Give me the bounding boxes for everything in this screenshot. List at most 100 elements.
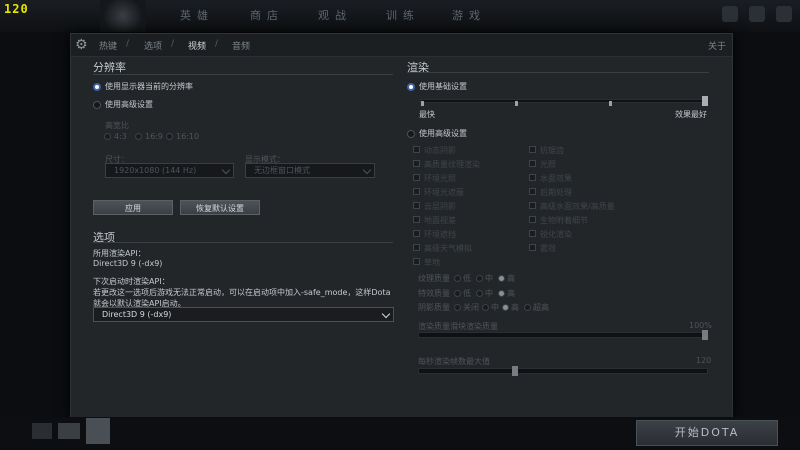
monitor-resolution-radio[interactable] [93, 83, 101, 91]
render-quality-slider[interactable] [418, 332, 708, 338]
aspect-16-9-radio[interactable] [135, 133, 142, 140]
render-option-left-row[interactable]: 云层阴影 [413, 201, 523, 211]
resolution-size-select[interactable]: 1920x1080 (144 Hz) [105, 163, 234, 178]
render-option-right-row[interactable]: 后期处理 [529, 187, 639, 197]
effects-low-radio[interactable] [454, 290, 461, 297]
quality-tick [421, 101, 424, 106]
nav-learn[interactable]: 训练 [386, 7, 420, 23]
render-option-left-row[interactable]: 草地 [413, 257, 523, 267]
checkbox[interactable] [413, 146, 420, 153]
advanced-render-radio[interactable] [407, 130, 415, 138]
render-option-left-row[interactable]: 地面视差 [413, 215, 523, 225]
render-option-right-row[interactable]: 光照 [529, 159, 639, 169]
render-option-right-row[interactable]: 抗锯齿 [529, 145, 639, 155]
advanced-resolution-radio[interactable] [93, 101, 101, 109]
advanced-resolution-label: 使用高级设置 [105, 100, 153, 109]
shadow-high-radio[interactable] [502, 304, 509, 311]
render-option-right-row[interactable]: 锐化渲染 [529, 229, 639, 239]
shadow-mid-label: 中 [491, 303, 499, 312]
shadow-mid-radio[interactable] [482, 304, 489, 311]
tab-video[interactable]: 视频 [188, 39, 206, 52]
play-dota-button[interactable]: 开始DOTA [636, 420, 778, 446]
quality-slider-track[interactable] [420, 99, 708, 103]
party-icon[interactable] [32, 423, 52, 439]
checkbox[interactable] [529, 202, 536, 209]
checkbox[interactable] [413, 216, 420, 223]
checkbox[interactable] [529, 230, 536, 237]
render-option-left-row[interactable]: 环境光照 [413, 173, 523, 183]
aspect-ratio-label: 高宽比 [105, 121, 129, 130]
basic-render-radio[interactable] [407, 83, 415, 91]
tab-audio[interactable]: 音频 [232, 39, 250, 52]
about-link[interactable]: 关于 [708, 39, 726, 52]
quality-slider-thumb[interactable] [702, 96, 708, 106]
nav-heroes[interactable]: 英雄 [180, 7, 214, 23]
fps-counter: 120 [4, 2, 29, 16]
dota-logo-icon[interactable] [100, 0, 146, 32]
checkbox[interactable] [413, 188, 420, 195]
render-option-right-row[interactable]: 生物附着细节 [529, 215, 639, 225]
checkbox-label: 环境光照 [424, 174, 456, 183]
friends-list-icon[interactable] [58, 423, 80, 439]
checkbox-label: 水面效果 [540, 174, 572, 183]
effects-high-label: 高 [507, 289, 515, 298]
quality-max-label: 效果最好 [675, 110, 707, 119]
shadow-ultra-radio[interactable] [524, 304, 531, 311]
texture-low-radio[interactable] [454, 275, 461, 282]
checkbox[interactable] [529, 174, 536, 181]
checkbox[interactable] [413, 174, 420, 181]
checkbox-label: 光照 [540, 160, 556, 169]
render-option-left-row[interactable]: 动态阴影 [413, 145, 523, 155]
checkbox[interactable] [413, 160, 420, 167]
checkbox[interactable] [529, 160, 536, 167]
tab-options[interactable]: 选项 [144, 39, 162, 52]
checkbox[interactable] [413, 202, 420, 209]
render-option-right-row[interactable]: 水面效果 [529, 173, 639, 183]
reset-defaults-button[interactable]: 恢复默认设置 [180, 200, 260, 215]
nav-store[interactable]: 商店 [250, 7, 284, 23]
chat-icon[interactable] [748, 6, 765, 22]
gear-icon: ⚙ [75, 37, 88, 53]
nav-arcade[interactable]: 游戏 [452, 7, 486, 23]
render-quality-value: 100% [689, 321, 712, 330]
render-option-left-row[interactable]: 环境遮挡 [413, 229, 523, 239]
menu-icon[interactable] [776, 6, 792, 22]
shadow-quality-label: 阴影质量 [418, 303, 450, 312]
aspect-4-3-radio[interactable] [104, 133, 111, 140]
shadow-off-radio[interactable] [454, 304, 461, 311]
max-fps-slider[interactable] [418, 368, 708, 374]
nav-watch[interactable]: 观战 [318, 7, 352, 23]
friends-icon[interactable] [721, 6, 738, 22]
checkbox[interactable] [529, 244, 536, 251]
checkbox[interactable] [529, 216, 536, 223]
texture-high-radio[interactable] [498, 275, 505, 282]
display-mode-value: 无边框窗口模式 [254, 166, 310, 175]
render-option-left-row[interactable]: 高级天气模拟 [413, 243, 523, 253]
effects-mid-radio[interactable] [476, 290, 483, 297]
chevron-down-icon [362, 165, 372, 175]
aspect-4-3-label: 4:3 [114, 132, 127, 141]
render-option-left-row[interactable]: 高质量纹理渲染 [413, 159, 523, 169]
tab-hotkeys[interactable]: 热键 [99, 39, 117, 52]
checkbox[interactable] [529, 188, 536, 195]
checkbox[interactable] [413, 244, 420, 251]
checkbox[interactable] [413, 230, 420, 237]
render-quality-thumb[interactable] [702, 330, 708, 340]
resolution-title: 分辨率 [93, 61, 126, 74]
render-option-right-row[interactable]: 雾效 [529, 243, 639, 253]
effects-high-radio[interactable] [498, 290, 505, 297]
checkbox-label: 雾效 [540, 244, 556, 253]
apply-button[interactable]: 应用 [93, 200, 173, 215]
checkbox-label: 动态阴影 [424, 146, 456, 155]
checkbox[interactable] [413, 258, 420, 265]
texture-mid-radio[interactable] [476, 275, 483, 282]
aspect-16-10-radio[interactable] [166, 133, 173, 140]
render-api-select[interactable]: Direct3D 9 (-dx9) [93, 307, 394, 322]
render-option-left-row[interactable]: 环境光遮蔽 [413, 187, 523, 197]
display-mode-select[interactable]: 无边框窗口模式 [245, 163, 375, 178]
render-option-right-row[interactable]: 高级水面效果/高质量 [529, 201, 639, 211]
avatar[interactable] [86, 418, 110, 444]
checkbox[interactable] [529, 146, 536, 153]
texture-low-label: 低 [463, 274, 471, 283]
max-fps-thumb[interactable] [511, 366, 518, 376]
